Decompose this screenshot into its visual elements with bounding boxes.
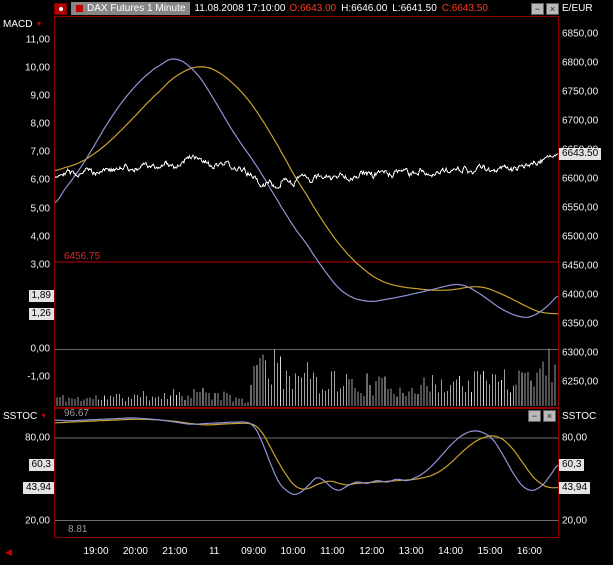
stochastic-panel: 96.67 8.81 − × (54, 408, 559, 538)
chart-title-chip[interactable]: DAX Futures 1 Minute (71, 2, 191, 15)
minimize-button[interactable]: − (531, 2, 544, 15)
price-line (54, 153, 559, 189)
chart-title-bar[interactable]: DAX Futures 1 Minute 11.08.2008 17:10:00… (54, 2, 559, 15)
axis-tick-label: 9,00 (30, 90, 50, 102)
stoch-scale-axis-left[interactable]: 80,00 20,00 60,3 43,94 (0, 408, 54, 538)
time-axis-label: 10:00 (280, 546, 306, 557)
axis-tick-label: 6300,00 (562, 347, 599, 359)
chart-menu-button[interactable] (54, 2, 67, 15)
stoch-d-line (55, 418, 559, 490)
axis-tick-label: 5,00 (30, 203, 50, 214)
axis-tick-label: 0,00 (30, 343, 50, 355)
volume-bars (56, 348, 556, 406)
axis-value-badge: 60,3 (28, 459, 54, 472)
axis-tick-label: 3,00 (30, 259, 50, 271)
axis-tick-label: 6850,00 (562, 28, 599, 40)
stoch-scale-max-label: 96.67 (64, 408, 90, 419)
time-axis-label: 19:00 (83, 546, 109, 557)
macd-line (54, 58, 559, 318)
stoch-minimize-button[interactable]: − (528, 410, 541, 422)
ohlc-value: H:6646.00 (341, 2, 388, 14)
macd-signal-line (54, 66, 559, 315)
axis-tick-label: 6500,00 (562, 231, 599, 243)
axis-tick-label: 80,00 (24, 432, 50, 444)
ohlc-value: O:6643.00 (289, 2, 337, 14)
right-axis-title: E/EUR (562, 3, 593, 14)
stochastic-chart-svg (55, 417, 559, 522)
stoch-k-line (55, 417, 559, 496)
time-axis-label: 21:00 (162, 546, 188, 557)
ohlc-value: C:6643.50 (441, 2, 488, 14)
time-axis-label: 20:00 (122, 546, 148, 557)
datetime-label: 11.08.2008 17:10:00 (194, 2, 286, 14)
time-axis-label: 15:00 (477, 546, 503, 557)
time-axis-label: 16:00 (516, 546, 542, 557)
stoch-scale-min-label: 8.81 (68, 524, 88, 535)
main-chart-panel: 6456.75 (54, 16, 559, 408)
axis-tick-label: 6750,00 (562, 86, 599, 98)
axis-tick-label: 6600,00 (562, 173, 599, 185)
price-scale-axis[interactable]: 6850,006800,006750,006700,006650,006600,… (559, 16, 613, 408)
stoch-scale-axis-right[interactable]: 80,00 20,00 60,3 43,94 (559, 408, 613, 538)
axis-tick-label: 7,00 (30, 146, 50, 158)
axis-tick-label: 20,00 (562, 515, 588, 527)
axis-tick-label: 11,00 (25, 34, 50, 45)
axis-value-badge: 43,94 (559, 481, 591, 494)
main-chart-plot[interactable] (54, 17, 559, 407)
axis-tick-label: 20,00 (24, 515, 50, 527)
time-axis-label: 12:00 (359, 546, 385, 557)
axis-tick-label: 6700,00 (562, 115, 599, 127)
axis-tick-label: 8,00 (30, 118, 50, 130)
axis-value-badge: 43,94 (22, 481, 54, 494)
axis-tick-label: 6450,00 (562, 260, 599, 272)
time-axis-label: 09:00 (241, 546, 267, 557)
chart-icon (76, 5, 83, 12)
stochastic-chart-plot[interactable] (55, 415, 559, 536)
trading-chart-window: DAX Futures 1 Minute 11.08.2008 17:10:00… (0, 0, 613, 565)
axis-tick-label: 6350,00 (562, 318, 599, 330)
macd-scale-axis[interactable]: 11,00 10,00 9,00 8,00 7,00 6,00 5,00 4,00 3,00 0,… (0, 16, 54, 408)
axis-tick-label: 6250,00 (562, 376, 599, 387)
menu-dot-icon (58, 6, 63, 11)
chart-title: DAX Futures 1 Minute (87, 2, 186, 14)
scroll-left-arrow-icon[interactable]: ◀ (5, 547, 12, 557)
ohlc-readout: O:6643.00 H:6646.00 L:6641.50 C:6643.50 (289, 3, 493, 15)
time-axis-label: 13:00 (398, 546, 424, 557)
axis-tick-label: 6,00 (30, 174, 50, 186)
axis-tick-label: 6550,00 (562, 202, 599, 214)
axis-value-badge: 60,3 (559, 459, 585, 472)
axis-tick-label: 10,00 (24, 62, 50, 74)
axis-tick-label: 4,00 (30, 231, 50, 243)
stoch-close-button[interactable]: × (543, 410, 556, 422)
axis-tick-label: 6400,00 (562, 289, 599, 301)
time-axis[interactable]: 19:00 20:00 21:00 11 09:00 10:00 11:00 12:00 13:… (54, 546, 559, 560)
price-alert-level-label: 6456.75 (64, 250, 101, 262)
close-button[interactable]: × (546, 2, 559, 15)
axis-tick-label: 80,00 (562, 432, 588, 444)
ohlc-value: L:6641.50 (392, 2, 437, 14)
axis-tick-label: 6800,00 (562, 57, 599, 69)
main-chart-svg (54, 58, 559, 406)
axis-value-badge: 1,26 (28, 307, 54, 320)
axis-value-badge: 1,89 (28, 290, 54, 303)
time-axis-label: 11 (208, 546, 220, 557)
time-axis-label: 11:00 (320, 546, 345, 557)
time-axis-label: 14:00 (438, 546, 464, 557)
axis-value-badge: 6643.50 (559, 147, 602, 160)
axis-tick-label: -1,00 (27, 371, 50, 383)
